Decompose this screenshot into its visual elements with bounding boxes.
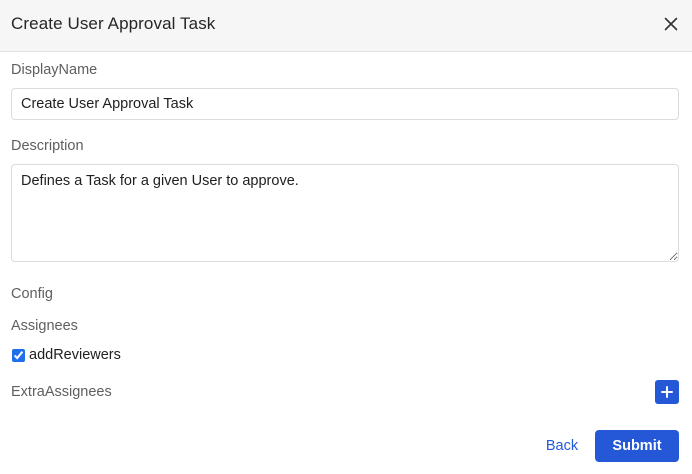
dialog-header: Create User Approval Task	[0, 0, 692, 52]
close-button[interactable]	[659, 12, 683, 36]
config-label: Config	[11, 286, 53, 302]
extra-assignees-label: ExtraAssignees	[11, 384, 112, 400]
submit-button[interactable]: Submit	[595, 430, 679, 462]
display-name-label: DisplayName	[11, 62, 98, 78]
add-reviewers-label: addReviewers	[29, 347, 121, 363]
add-reviewers-checkbox[interactable]	[12, 348, 25, 362]
description-textarea[interactable]: Defines a Task for a given User to appro…	[11, 164, 679, 262]
assignees-label: Assignees	[11, 318, 78, 334]
add-reviewers-row[interactable]: addReviewers	[11, 345, 121, 365]
add-extra-assignee-button[interactable]	[655, 380, 679, 404]
back-button[interactable]: Back	[536, 430, 588, 462]
create-task-dialog: Create User Approval Task DisplayName De…	[0, 0, 692, 474]
close-icon	[664, 17, 678, 31]
display-name-input[interactable]	[11, 88, 679, 120]
dialog-title: Create User Approval Task	[11, 14, 216, 33]
plus-icon	[661, 386, 673, 398]
description-label: Description	[11, 138, 84, 154]
